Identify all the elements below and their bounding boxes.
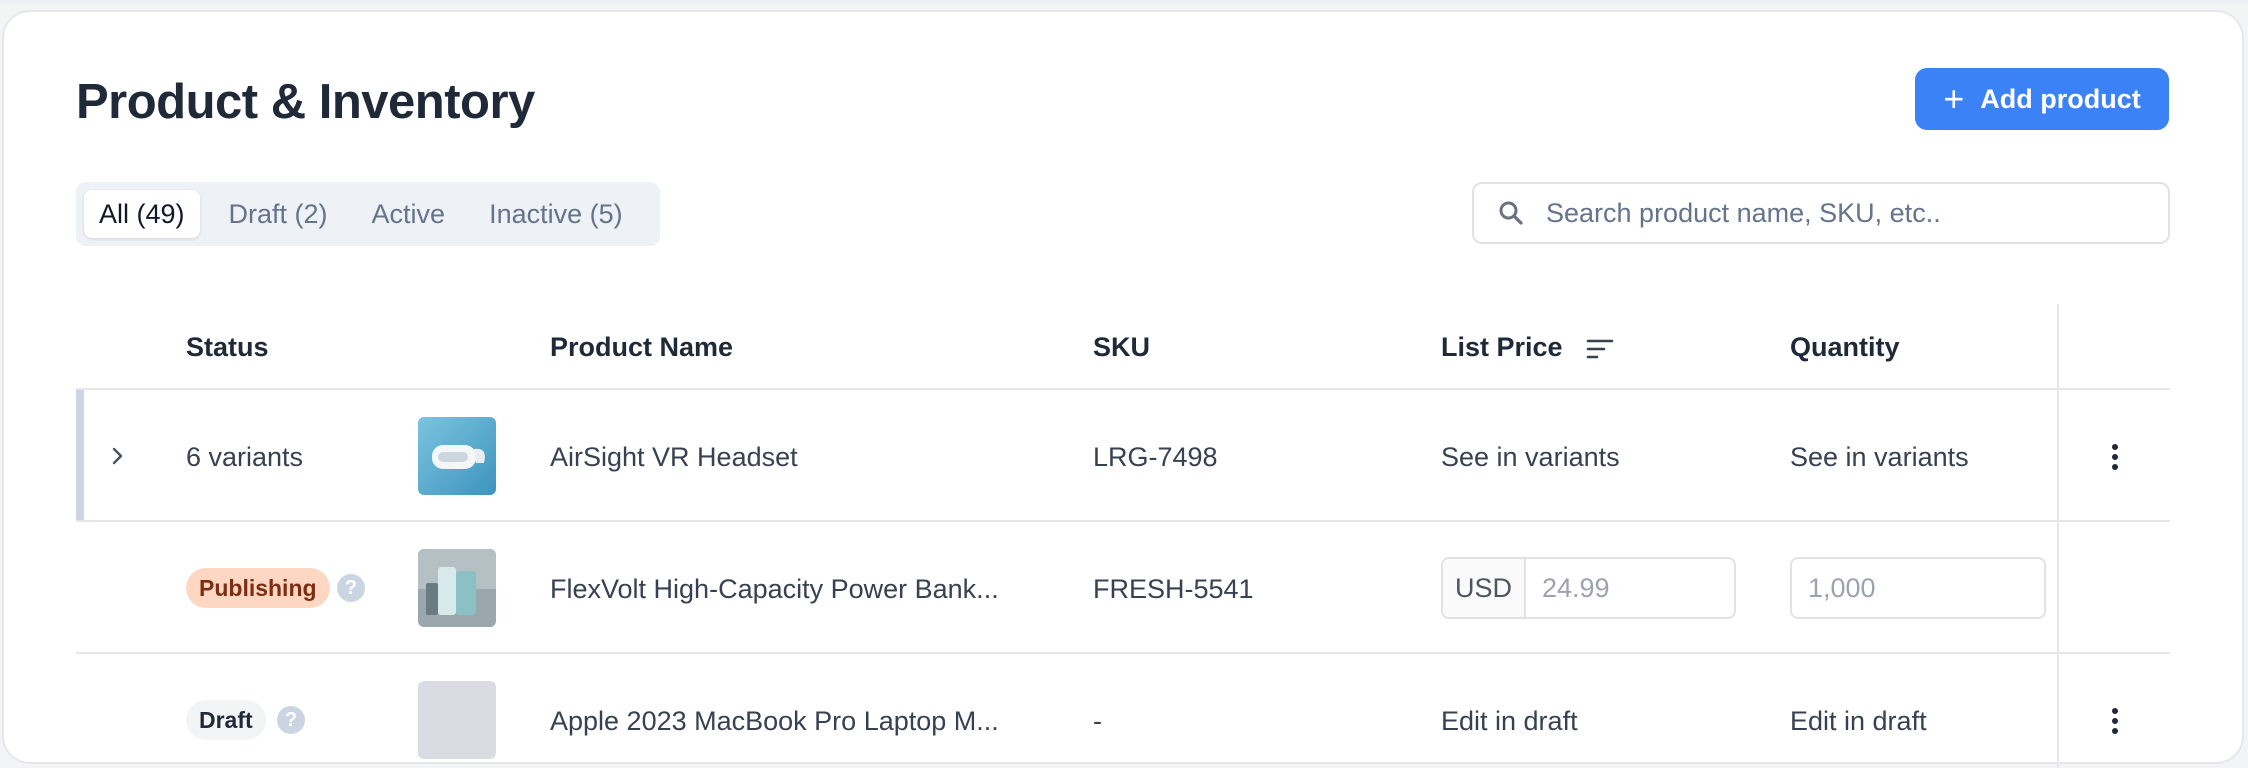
row-divider <box>76 520 2170 522</box>
search-input[interactable] <box>1544 196 2148 230</box>
currency-selector[interactable]: USD <box>1443 559 1526 617</box>
column-header-product-name: Product Name <box>550 332 734 362</box>
chevron-right-icon[interactable] <box>106 444 130 468</box>
status-badge-publishing: Publishing <box>186 568 330 608</box>
tab-all[interactable]: All (49) <box>84 190 200 238</box>
tab-active[interactable]: Active <box>357 190 461 238</box>
product-name[interactable]: FlexVolt High-Capacity Power Bank... <box>550 574 999 605</box>
quantity-value: See in variants <box>1790 442 1969 472</box>
status-badge-draft: Draft <box>186 700 266 740</box>
quantity-input[interactable] <box>1792 571 2030 605</box>
column-header-status: Status <box>186 332 269 362</box>
sku-value: - <box>1093 706 1102 736</box>
sku-value: LRG-7498 <box>1093 442 1218 472</box>
quantity-field <box>1790 557 2046 619</box>
expanded-row-indicator <box>76 390 84 520</box>
kebab-menu-icon[interactable] <box>2105 442 2125 472</box>
list-price-input[interactable] <box>1526 559 1734 617</box>
add-product-button[interactable]: + Add product <box>1915 68 2169 130</box>
row-divider <box>76 652 2170 654</box>
product-thumbnail-placeholder <box>418 681 496 759</box>
search-icon <box>1499 201 1523 225</box>
add-product-label: Add product <box>1980 83 2141 114</box>
sku-value: FRESH-5541 <box>1093 574 1254 604</box>
sort-icon[interactable] <box>1586 338 1614 360</box>
page-title: Product & Inventory <box>76 75 535 129</box>
list-price-field: USD <box>1441 557 1736 619</box>
help-icon[interactable]: ? <box>337 574 365 602</box>
variants-count: 6 variants <box>186 442 304 472</box>
plus-icon: + <box>1943 78 1965 119</box>
search-box <box>1472 182 2170 244</box>
tab-inactive[interactable]: Inactive (5) <box>474 190 638 238</box>
list-price-value[interactable]: Edit in draft <box>1441 706 1578 737</box>
column-header-quantity: Quantity <box>1790 332 1900 362</box>
list-price-value: See in variants <box>1441 442 1620 472</box>
list-price-label: List Price <box>1441 332 1563 362</box>
product-thumbnail-vr-headset <box>418 417 496 495</box>
product-name[interactable]: AirSight VR Headset <box>550 442 798 473</box>
quantity-value[interactable]: Edit in draft <box>1790 706 1927 737</box>
help-icon[interactable]: ? <box>277 706 305 734</box>
column-header-list-price[interactable]: List Price <box>1441 332 1614 363</box>
product-thumbnail-power-bank <box>418 549 496 627</box>
tab-draft[interactable]: Draft (2) <box>214 190 343 238</box>
top-border <box>0 0 2248 4</box>
product-name[interactable]: Apple 2023 MacBook Pro Laptop M... <box>550 706 999 737</box>
column-header-sku: SKU <box>1093 332 1151 362</box>
status-tabs: All (49) Draft (2) Active Inactive (5) <box>76 182 660 246</box>
header-divider <box>76 388 2170 390</box>
actions-column-divider <box>2057 304 2059 768</box>
kebab-menu-icon[interactable] <box>2105 706 2125 736</box>
